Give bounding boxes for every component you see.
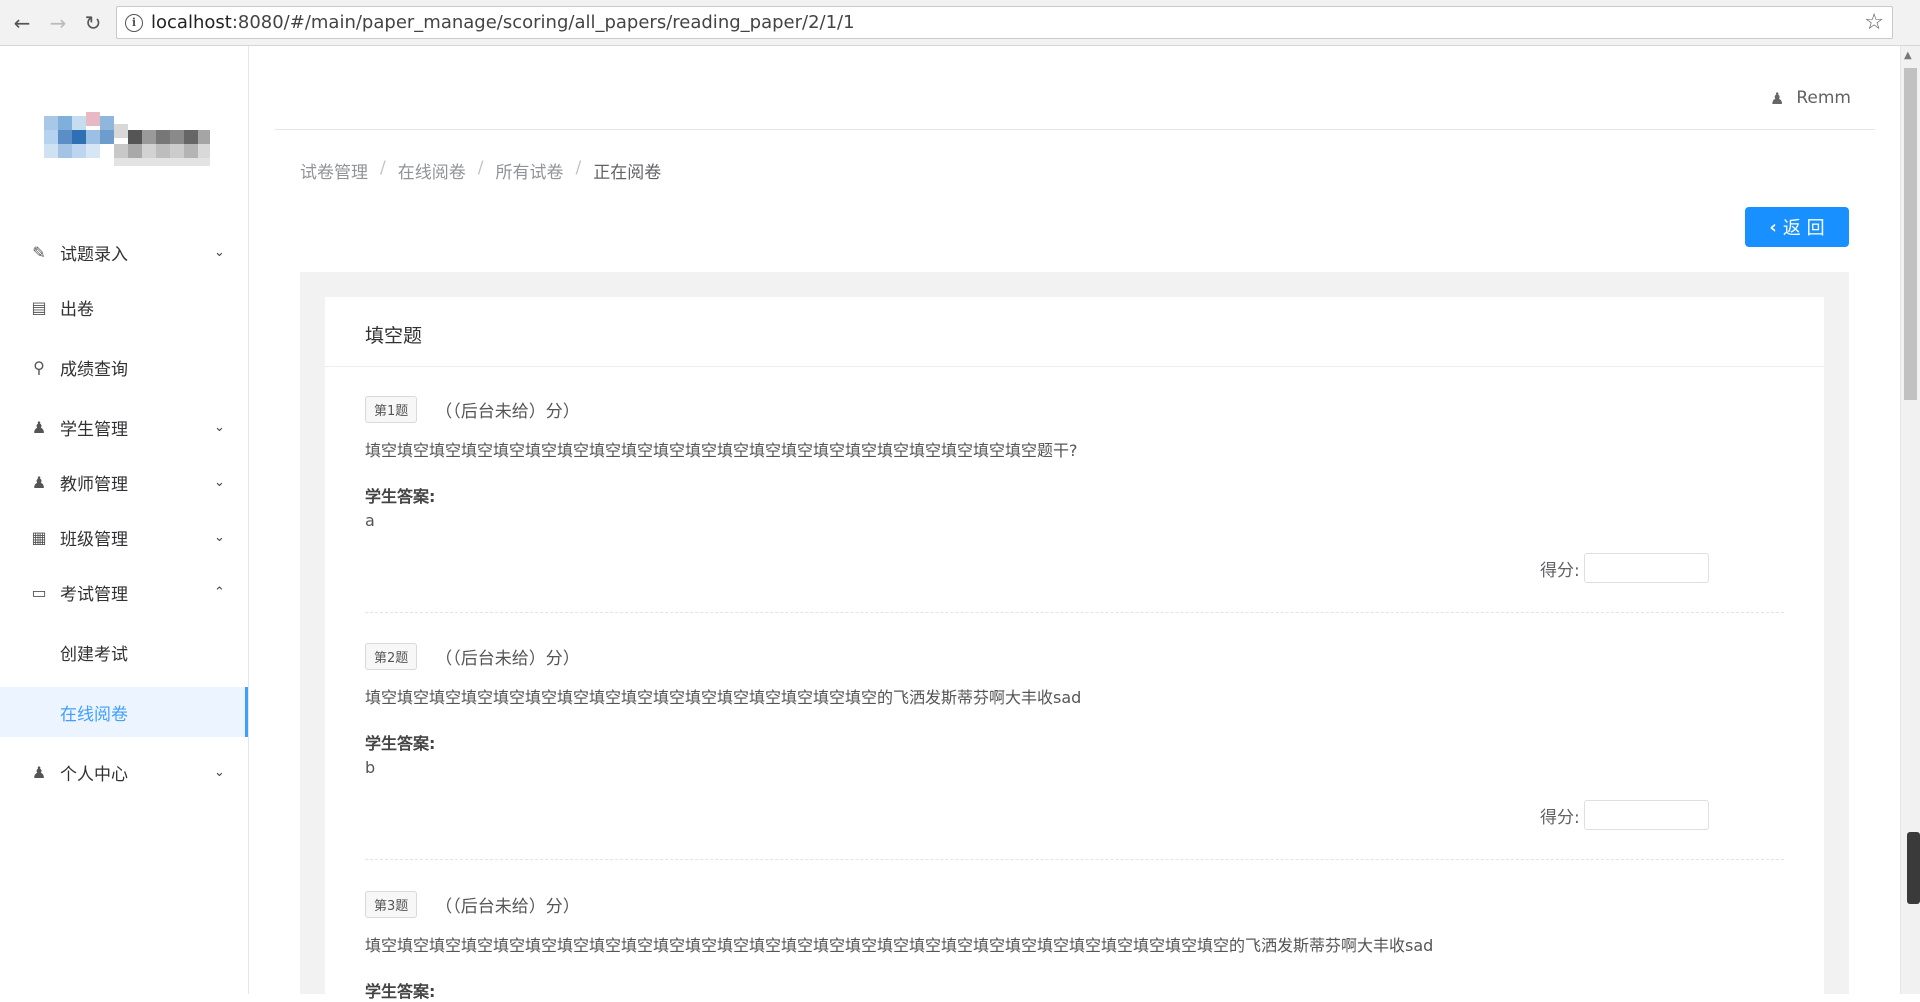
sidebar-item-score-query[interactable]: ⚲ 成绩查询 [0,342,248,392]
sidebar-item-personal-center[interactable]: ♟ 个人中心 ⌄ [0,747,248,797]
student-answer-label: 学生答案: [365,982,436,1001]
student-answer: a [365,511,375,530]
bookmark-star-icon[interactable]: ☆ [1864,10,1884,35]
score-label: 得分: [1540,560,1580,581]
sidebar-item-create-exam[interactable]: 创建考试 [0,627,248,677]
chevron-down-icon: ⌄ [214,764,225,780]
address-bar[interactable]: i localhost:8080/#/main/paper_manage/sco… [116,6,1893,39]
question-number-tag: 第1题 [365,396,418,423]
chevron-down-icon: ⌄ [214,244,225,260]
sidebar-item-online-grading[interactable]: 在线阅卷 [0,687,248,737]
sidebar-item-label: 成绩查询 [60,359,128,380]
sidebar-item-question-entry[interactable]: ✎ 试题录入 ⌄ [0,227,248,277]
chevron-left-icon: ‹ [1769,216,1777,238]
search-icon: ⚲ [33,357,45,377]
score-input[interactable] [1583,800,1709,830]
chevron-down-icon: ⌄ [214,419,225,435]
url-path: :8080/#/main/paper_manage/scoring/all_pa… [231,12,855,33]
browser-toolbar: ← → ↻ i localhost:8080/#/main/paper_mana… [0,0,1920,46]
score-label: 得分: [1540,807,1580,828]
logo [44,104,210,166]
student-answer-label: 学生答案: [365,487,436,506]
card-divider [325,366,1824,367]
table-icon: ▦ [31,527,47,547]
user-icon: ♟ [1770,88,1785,108]
breadcrumb-item[interactable]: 所有试卷 [495,158,563,183]
score-field: 得分: [1540,800,1824,830]
breadcrumb-item[interactable]: 试卷管理 [300,158,368,183]
sidebar-item-label: 学生管理 [60,419,128,440]
scrollbar-thumb[interactable] [1904,68,1917,400]
breadcrumb-separator: / [380,158,386,178]
question-stem: 填空填空填空填空填空填空填空填空填空填空填空填空填空填空填空填空填空填空填空填空… [365,441,1078,460]
score-input[interactable] [1583,553,1709,583]
score-field: 得分: [1540,553,1824,583]
question-points: （（后台未给）分） [435,649,580,669]
sidebar-item-class-management[interactable]: ▦ 班级管理 ⌄ [0,512,248,562]
user-icon: ♟ [31,472,47,492]
question-number-tag: 第2题 [365,643,418,670]
student-answer: b [365,758,376,777]
sidebar-item-label: 试题录入 [60,244,128,265]
section-title: 填空题 [365,325,423,347]
sidebar-item-label: 班级管理 [60,529,128,550]
question-number-tag: 第3题 [365,891,418,918]
question-card: 填空题 第1题 （（后台未给）分） 填空填空填空填空填空填空填空填空填空填空填空… [325,297,1824,1001]
sidebar-item-label: 个人中心 [60,764,128,785]
student-answer-label: 学生答案: [365,734,436,753]
sidebar-item-label: 考试管理 [60,584,128,605]
user-menu[interactable]: ♟ Remm [1770,88,1851,108]
sidebar-item-label: 创建考试 [60,644,128,665]
question-points: （（后台未给）分） [435,897,580,917]
question-points: （（后台未给）分） [435,402,580,422]
forward-arrow-icon[interactable]: → [44,9,72,37]
chevron-up-icon: ⌃ [214,585,225,600]
header-divider [275,129,1875,130]
question-stem: 填空填空填空填空填空填空填空填空填空填空填空填空填空填空填空填空填空填空填空填空… [365,936,1434,955]
breadcrumb-separator: / [477,158,484,178]
question-item: 第1题 （（后台未给）分） 填空填空填空填空填空填空填空填空填空填空填空填空填空… [365,396,1784,530]
sidebar: ✎ 试题录入 ⌄ ▤ 出卷 ⚲ 成绩查询 ♟ 学生管理 ⌄ ♟ 教师管理 ⌄ ▦… [0,46,249,994]
monitor-icon: ▭ [31,582,47,602]
chevron-down-icon: ⌄ [214,529,225,545]
reload-icon[interactable]: ↻ [79,9,107,37]
breadcrumb-item[interactable]: 在线阅卷 [398,158,466,183]
list-icon: ▤ [31,297,47,317]
info-icon[interactable]: i [125,13,143,32]
sidebar-item-label: 出卷 [60,299,94,320]
floating-widget[interactable] [1907,832,1920,904]
edit-icon: ✎ [32,242,46,262]
sidebar-item-label: 教师管理 [60,474,128,495]
sidebar-item-make-paper[interactable]: ▤ 出卷 [0,282,248,332]
sidebar-item-student-management[interactable]: ♟ 学生管理 ⌄ [0,402,248,452]
breadcrumb-current: 正在阅卷 [593,163,662,183]
question-stem: 填空填空填空填空填空填空填空填空填空填空填空填空填空填空填空填空的飞洒发斯蒂芬啊… [365,688,1082,707]
back-arrow-icon[interactable]: ← [8,9,36,37]
breadcrumb: 试卷管理 / 在线阅卷 / 所有试卷 / 正在阅卷 [300,158,661,183]
users-icon: ♟ [31,417,47,437]
back-button[interactable]: ‹ 返 回 [1745,207,1849,247]
scroll-up-arrow-icon[interactable]: ▲ [1904,50,1912,61]
question-separator [365,612,1784,613]
back-button-label: 返 回 [1782,218,1825,239]
question-item: 第3题 （（后台未给）分） 填空填空填空填空填空填空填空填空填空填空填空填空填空… [365,891,1784,1002]
sidebar-item-label: 在线阅卷 [60,704,128,725]
chevron-down-icon: ⌄ [214,474,225,490]
url-host: localhost [151,12,232,33]
sidebar-item-exam-management[interactable]: ▭ 考试管理 ⌃ [0,567,248,617]
sidebar-item-teacher-management[interactable]: ♟ 教师管理 ⌄ [0,457,248,507]
user-icon: ♟ [31,762,47,782]
breadcrumb-separator: / [575,158,582,178]
question-item: 第2题 （（后台未给）分） 填空填空填空填空填空填空填空填空填空填空填空填空填空… [365,643,1784,777]
url-text[interactable]: localhost:8080/#/main/paper_manage/scori… [151,12,855,33]
question-separator [365,859,1784,860]
user-name: Remm [1796,88,1851,108]
